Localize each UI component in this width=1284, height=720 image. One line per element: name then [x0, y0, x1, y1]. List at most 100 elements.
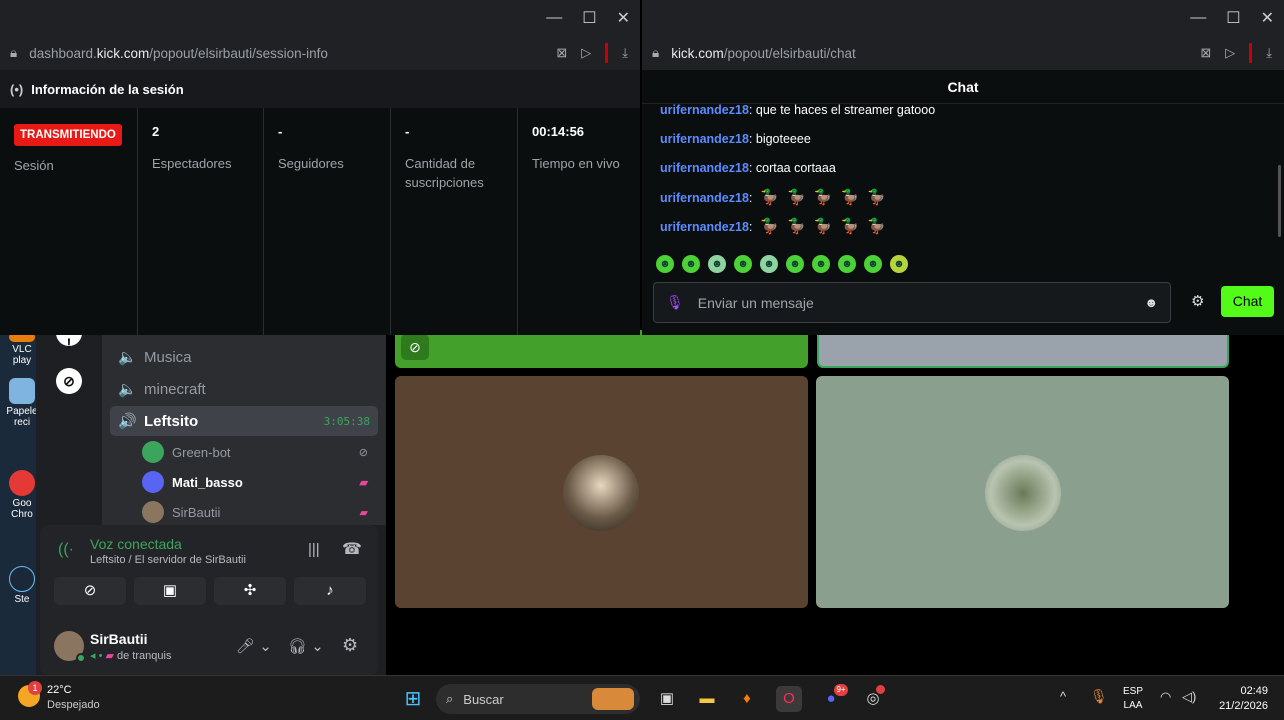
channel-name: Musica	[144, 348, 192, 366]
stat-value: -	[405, 124, 410, 139]
voice-location[interactable]: Leftsito / El servidor de SirBautii	[90, 554, 246, 566]
soundboard-button[interactable]: ♪	[294, 577, 366, 605]
fl-studio-icon[interactable]: ♦	[734, 686, 760, 712]
chat-text: cortaa cortaaa	[755, 161, 836, 175]
play-icon[interactable]: ▷	[581, 45, 591, 61]
video-tile-green-bot[interactable]: ⊘	[395, 330, 808, 368]
maximize-icon[interactable]: ☐	[1226, 8, 1240, 28]
channel-musica[interactable]: 🔈 Musica	[110, 342, 378, 372]
chat-send-button[interactable]: Chat	[1221, 286, 1274, 317]
clock-date: 21/2/2026	[1219, 700, 1268, 712]
emote-icon[interactable]: ☻	[864, 255, 882, 273]
opera-gx-icon[interactable]: O	[776, 686, 802, 712]
noise-suppression-icon[interactable]: |||	[308, 541, 320, 558]
settings-gear-icon[interactable]: ⚙	[342, 635, 358, 656]
channel-leftsito[interactable]: 🔊 Leftsito 3:05:38	[110, 406, 378, 436]
stat-label: Tiempo en vivo	[532, 156, 620, 171]
emote-icon[interactable]: ☻	[760, 255, 778, 273]
chat-settings-gear-icon[interactable]: ⚙	[1191, 292, 1204, 310]
video-grid: ⊘	[386, 330, 1240, 675]
channel-minecraft[interactable]: 🔈 minecraft	[110, 374, 378, 404]
close-icon[interactable]: ✕	[1261, 8, 1274, 28]
video-tile-speaking[interactable]	[817, 330, 1229, 368]
mic-icon[interactable]: 🎤︎ ⌄	[236, 637, 272, 655]
language-indicator[interactable]: ESP LAA	[1123, 685, 1143, 713]
volume-icon[interactable]: ◁)	[1182, 689, 1196, 705]
clock-time: 02:49	[1240, 685, 1268, 697]
chat-username[interactable]: urifernandez18	[660, 132, 749, 146]
emote-icon[interactable]: ☻	[812, 255, 830, 273]
stat-label: Sesión	[14, 158, 54, 173]
search-icon: ⌕	[446, 691, 454, 706]
desktop-icon-vlc[interactable]: VLC play	[4, 332, 40, 366]
minimize-icon[interactable]: —	[546, 9, 562, 27]
signal-icon: ((·	[58, 541, 74, 558]
duck-emote: 🦆	[840, 218, 860, 235]
notification-dot	[876, 685, 885, 694]
duck-emote: 🦆	[760, 189, 780, 206]
explore-icon[interactable]: ⊘	[56, 368, 82, 394]
user-name[interactable]: SirBautii	[90, 631, 148, 647]
file-explorer-icon[interactable]: ▬	[694, 686, 720, 712]
address-bar[interactable]: 🔒︎ kick.com/popout/elsirbauti/chat ⊠ ▷ ⤓	[642, 36, 1284, 70]
mic-in-use-icon[interactable]: 🎙︎	[1090, 688, 1108, 705]
video-tile-sirbautii[interactable]	[395, 376, 808, 608]
disconnect-icon[interactable]: ☎	[342, 539, 362, 559]
weather-desc[interactable]: Despejado	[47, 699, 100, 711]
download-icon[interactable]: ⤓	[1266, 45, 1272, 61]
download-icon[interactable]: ⤓	[622, 45, 628, 61]
activities-button[interactable]: ✣	[214, 577, 286, 605]
windows-start-icon[interactable]: ⊞	[400, 686, 426, 712]
chat-input[interactable]: 🎙︎ Enviar un mensaje ☻	[653, 282, 1171, 323]
weather-temp[interactable]: 22°C	[47, 684, 72, 696]
video-off-icon: ⊘	[401, 334, 429, 360]
play-icon[interactable]: ▷	[1225, 45, 1235, 61]
chat-username[interactable]: urifernandez18	[660, 103, 749, 117]
search-highlight-icon	[592, 688, 634, 710]
stat-label: Espectadores	[152, 156, 232, 171]
window-controls: — ☐ ✕	[642, 0, 1284, 36]
desktop-icon-recycle-bin[interactable]: Papele reci	[4, 378, 40, 428]
emote-icon[interactable]: ☻	[838, 255, 856, 273]
wifi-icon[interactable]: ◠	[1160, 689, 1171, 705]
session-header: (•) Información de la sesión	[0, 70, 640, 108]
voice-member[interactable]: Mati_basso ▰	[142, 469, 382, 495]
chat-scrollbar[interactable]	[1278, 165, 1281, 237]
address-bar[interactable]: 🔒︎ dashboard. kick.com/popout/elsirbauti/…	[0, 36, 640, 70]
emote-icon[interactable]: ☻	[682, 255, 700, 273]
voice-member[interactable]: Green-bot ⊘	[142, 439, 382, 465]
stat-label: Cantidad de suscripciones	[405, 156, 484, 190]
session-title: Información de la sesión	[31, 81, 184, 97]
emote-icon[interactable]: ☻	[734, 255, 752, 273]
emote-icon[interactable]: ☻	[786, 255, 804, 273]
task-view-icon[interactable]: ▣	[654, 686, 680, 712]
clock[interactable]: 02:49 21/2/2026	[1210, 684, 1268, 714]
speaker-icon: 🔈	[118, 381, 137, 398]
shield-icon[interactable]: ⊠	[1200, 45, 1211, 61]
emote-icon[interactable]: ☻	[656, 255, 674, 273]
stat-followers: - Seguidores	[264, 108, 391, 335]
chevron-up-icon[interactable]: ^	[1060, 689, 1066, 704]
close-icon[interactable]: ✕	[617, 8, 630, 28]
emoji-icon[interactable]: ☻	[1144, 295, 1158, 310]
chat-username[interactable]: urifernandez18	[660, 161, 749, 175]
chat-username[interactable]: urifernandez18	[660, 220, 749, 234]
stat-value: -	[278, 124, 283, 139]
chat-message: urifernandez18: que te haces el streamer…	[660, 103, 936, 117]
emote-icon[interactable]: ☻	[890, 255, 908, 273]
chat-username[interactable]: urifernandez18	[660, 191, 749, 205]
emote-icon[interactable]: ☻	[708, 255, 726, 273]
video-tile-mati-basso[interactable]	[816, 376, 1229, 608]
headphones-icon[interactable]: 🎧︎ ⌄	[288, 637, 324, 655]
minimize-icon[interactable]: —	[1190, 9, 1206, 27]
screen-share-button[interactable]: ▣	[134, 577, 206, 605]
desktop-icon-steam[interactable]: Ste	[4, 566, 40, 605]
voice-member[interactable]: SirBautii ▰	[142, 499, 382, 525]
maximize-icon[interactable]: ☐	[582, 8, 596, 28]
camera-button[interactable]: ⊘	[54, 577, 126, 605]
shield-icon[interactable]: ⊠	[556, 45, 567, 61]
mic-icon[interactable]: 🎙︎	[666, 294, 684, 311]
voice-panel: ((· Voz conectada Leftsito / El servidor…	[40, 525, 378, 675]
taskbar-search[interactable]: ⌕ Buscar	[436, 684, 640, 714]
desktop-icon-chrome[interactable]: Goo Chro	[4, 470, 40, 520]
